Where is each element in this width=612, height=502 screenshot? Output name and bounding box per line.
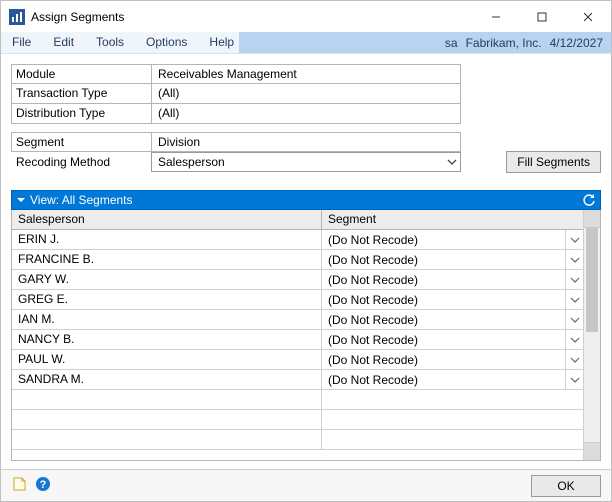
chevron-down-icon — [565, 270, 583, 289]
segment-info-block: Segment Division — [11, 132, 601, 152]
title-bar: Assign Segments — [1, 1, 611, 32]
chevron-down-icon — [565, 350, 583, 369]
context-company: Fabrikam, Inc. — [466, 36, 542, 50]
chevron-down-icon — [565, 250, 583, 269]
table-row[interactable]: IAN M.(Do Not Recode) — [12, 310, 583, 330]
segment-label: Segment — [11, 132, 151, 152]
chevron-down-icon — [565, 230, 583, 249]
segment-cell-select[interactable]: (Do Not Recode) — [322, 370, 583, 389]
segment-cell-value: (Do Not Recode) — [322, 331, 565, 349]
recoding-method-value: Salesperson — [152, 153, 444, 171]
chevron-down-icon — [565, 330, 583, 349]
segment-cell-select[interactable]: (Do Not Recode) — [322, 330, 583, 349]
segment-cell-select[interactable]: (Do Not Recode) — [322, 230, 583, 249]
segment-cell — [322, 430, 583, 449]
segment-cell-select[interactable]: (Do Not Recode) — [322, 350, 583, 369]
recoding-method-select[interactable]: Salesperson — [151, 152, 461, 172]
grid-rows: ERIN J.(Do Not Recode)FRANCINE B.(Do Not… — [12, 230, 583, 460]
grid-refresh-button[interactable] — [578, 193, 600, 207]
menu-bar: File Edit Tools Options Help sa Fabrikam… — [1, 32, 611, 54]
segments-grid: View: All Segments Salesperson Segment E… — [11, 190, 601, 461]
menu-help[interactable]: Help — [198, 32, 245, 53]
segment-cell-value: (Do Not Recode) — [322, 271, 565, 289]
transaction-type-value: (All) — [151, 84, 461, 104]
segment-cell-select[interactable]: (Do Not Recode) — [322, 310, 583, 329]
table-row[interactable]: NANCY B.(Do Not Recode) — [12, 330, 583, 350]
chevron-down-icon — [565, 290, 583, 309]
segment-cell — [322, 390, 583, 409]
svg-text:?: ? — [40, 479, 47, 491]
salesperson-cell — [12, 410, 322, 429]
grid-view-label: View: All Segments — [30, 193, 578, 207]
grid-vertical-scrollbar[interactable] — [583, 210, 600, 460]
table-row[interactable]: FRANCINE B.(Do Not Recode) — [12, 250, 583, 270]
scrollbar-thumb[interactable] — [586, 227, 598, 332]
segment-cell-select[interactable]: (Do Not Recode) — [322, 270, 583, 289]
grid-column-headers: Salesperson Segment — [12, 210, 583, 230]
module-info-block: Module Receivables Management Transactio… — [11, 64, 601, 124]
table-row[interactable]: GREG E.(Do Not Recode) — [12, 290, 583, 310]
segment-cell-value: (Do Not Recode) — [322, 351, 565, 369]
menu-file[interactable]: File — [1, 32, 42, 53]
minimize-button[interactable] — [473, 1, 519, 32]
salesperson-cell: IAN M. — [12, 310, 322, 329]
segment-cell-select[interactable]: (Do Not Recode) — [322, 250, 583, 269]
menu-tools[interactable]: Tools — [85, 32, 135, 53]
menu-options[interactable]: Options — [135, 32, 198, 53]
salesperson-cell: GARY W. — [12, 270, 322, 289]
table-row[interactable]: ERIN J.(Do Not Recode) — [12, 230, 583, 250]
module-label: Module — [11, 64, 151, 84]
segment-cell-select[interactable]: (Do Not Recode) — [322, 290, 583, 309]
salesperson-cell — [12, 390, 322, 409]
chevron-down-icon — [565, 310, 583, 329]
table-row[interactable]: GARY W.(Do Not Recode) — [12, 270, 583, 290]
salesperson-cell: NANCY B. — [12, 330, 322, 349]
fill-segments-button[interactable]: Fill Segments — [506, 151, 601, 173]
app-icon — [9, 9, 25, 25]
context-date: 4/12/2027 — [550, 36, 603, 50]
status-bar: ? OK — [1, 469, 611, 501]
client-area: Module Receivables Management Transactio… — [1, 54, 611, 461]
assign-segments-window: Assign Segments File Edit Tools Options … — [0, 0, 612, 502]
segment-cell-value: (Do Not Recode) — [322, 371, 565, 389]
help-icon[interactable]: ? — [35, 476, 51, 495]
column-segment[interactable]: Segment — [322, 210, 583, 229]
segment-value: Division — [151, 132, 461, 152]
window-title: Assign Segments — [31, 10, 473, 24]
note-icon[interactable] — [11, 476, 27, 495]
grid-view-menu-button[interactable] — [12, 191, 30, 209]
transaction-type-label: Transaction Type — [11, 84, 151, 104]
distribution-type-value: (All) — [151, 104, 461, 124]
menu-edit[interactable]: Edit — [42, 32, 85, 53]
segment-cell — [322, 410, 583, 429]
table-row-empty — [12, 430, 583, 450]
segment-cell-value: (Do Not Recode) — [322, 231, 565, 249]
segment-cell-value: (Do Not Recode) — [322, 251, 565, 269]
ok-button[interactable]: OK — [531, 475, 601, 497]
module-value: Receivables Management — [151, 64, 461, 84]
salesperson-cell — [12, 430, 322, 449]
context-info: sa Fabrikam, Inc. 4/12/2027 — [445, 32, 611, 53]
grid-view-bar: View: All Segments — [11, 190, 601, 210]
maximize-button[interactable] — [519, 1, 565, 32]
segment-cell-value: (Do Not Recode) — [322, 311, 565, 329]
salesperson-cell: GREG E. — [12, 290, 322, 309]
context-user: sa — [445, 36, 458, 50]
distribution-type-label: Distribution Type — [11, 104, 151, 124]
table-row-empty — [12, 390, 583, 410]
table-row-empty — [12, 410, 583, 430]
column-salesperson[interactable]: Salesperson — [12, 210, 322, 229]
table-row[interactable]: PAUL W.(Do Not Recode) — [12, 350, 583, 370]
chevron-down-icon — [565, 370, 583, 389]
salesperson-cell: SANDRA M. — [12, 370, 322, 389]
table-row[interactable]: SANDRA M.(Do Not Recode) — [12, 370, 583, 390]
salesperson-cell: FRANCINE B. — [12, 250, 322, 269]
chevron-down-icon — [444, 153, 460, 171]
salesperson-cell: PAUL W. — [12, 350, 322, 369]
recoding-method-label: Recoding Method — [11, 152, 151, 172]
segment-cell-value: (Do Not Recode) — [322, 291, 565, 309]
salesperson-cell: ERIN J. — [12, 230, 322, 249]
close-button[interactable] — [565, 1, 611, 32]
